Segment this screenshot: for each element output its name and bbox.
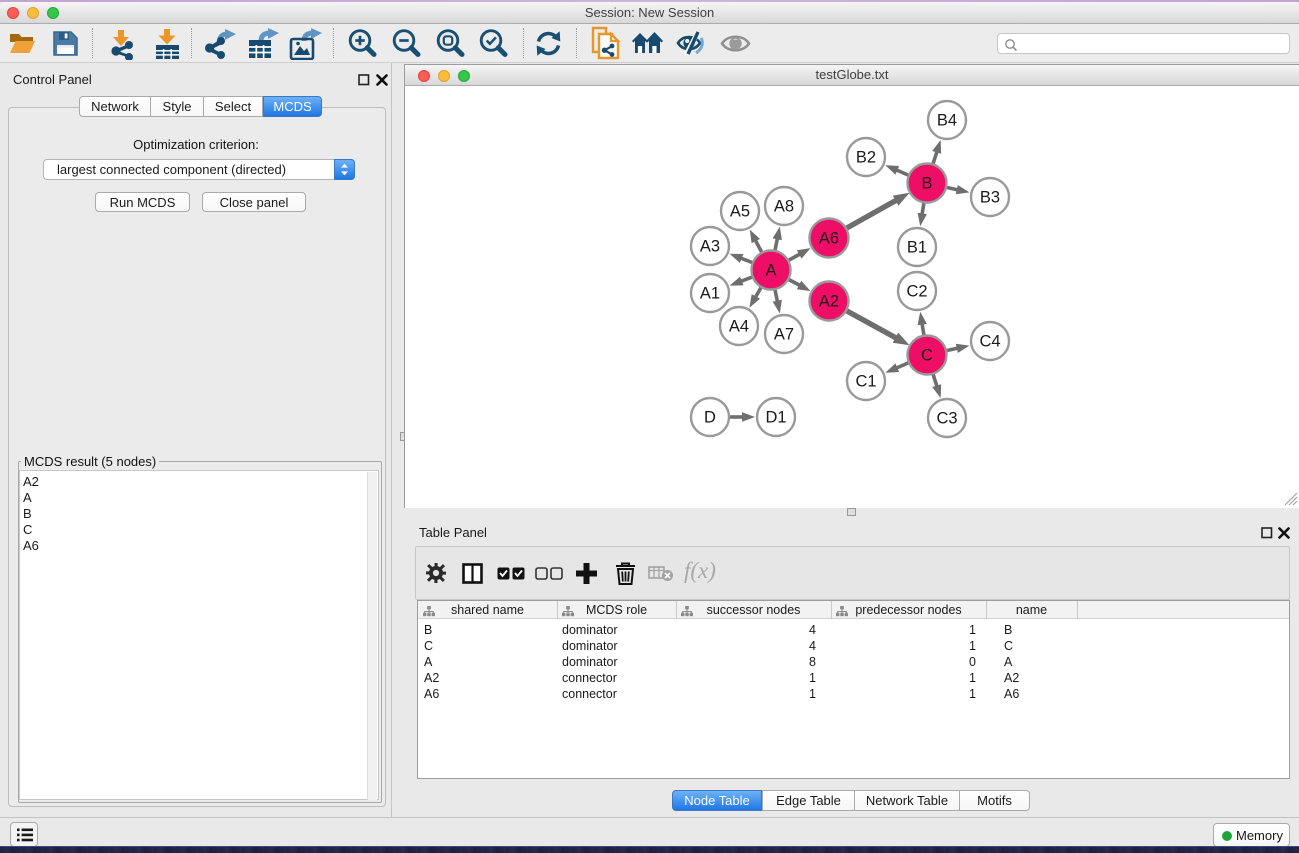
svg-text:A5: A5 — [730, 203, 750, 221]
svg-text:C3: C3 — [936, 410, 957, 428]
svg-text:A2: A2 — [819, 293, 839, 311]
svg-text:A1: A1 — [700, 285, 720, 303]
svg-text:D: D — [704, 409, 716, 427]
svg-text:B2: B2 — [856, 149, 876, 167]
svg-text:B4: B4 — [937, 112, 957, 130]
svg-text:C4: C4 — [979, 333, 1000, 351]
svg-text:C: C — [921, 347, 933, 365]
svg-text:A: A — [765, 262, 776, 280]
svg-text:B3: B3 — [980, 189, 1000, 207]
svg-text:D1: D1 — [765, 409, 786, 427]
svg-text:C2: C2 — [906, 283, 927, 301]
svg-text:B: B — [921, 175, 932, 193]
svg-text:A6: A6 — [819, 230, 839, 248]
svg-text:C1: C1 — [855, 373, 876, 391]
svg-text:A3: A3 — [700, 238, 720, 256]
svg-text:A4: A4 — [729, 318, 749, 336]
svg-text:A8: A8 — [774, 198, 794, 216]
svg-text:A7: A7 — [774, 326, 794, 344]
svg-text:B1: B1 — [907, 239, 927, 257]
